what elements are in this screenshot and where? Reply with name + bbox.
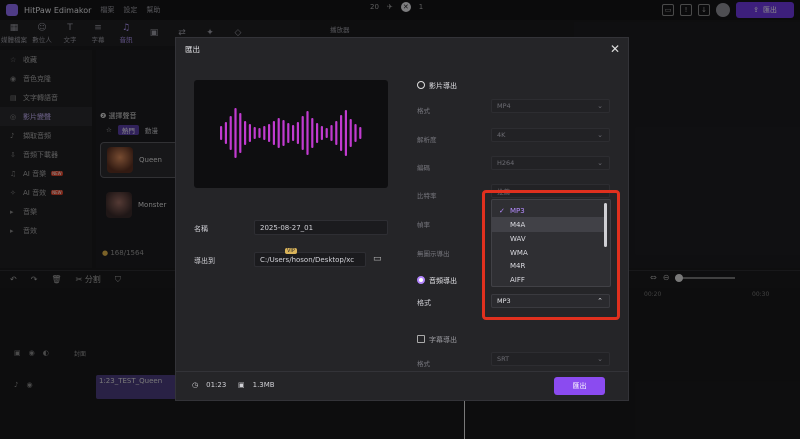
duration-info: ◷ 01:23 — [192, 381, 226, 389]
chevron-down-icon: ⌄ — [597, 159, 603, 167]
export-to-label: 導出到 — [194, 257, 215, 265]
subtitle-export-title: 字幕導出 — [429, 336, 457, 344]
framerate-label: 幀率 — [417, 221, 430, 229]
waveform-bar — [340, 115, 343, 151]
video-format-value: MP4 — [497, 102, 511, 110]
waveform-bar — [292, 125, 295, 141]
clock-icon: ◷ — [192, 381, 199, 389]
waveform-bar — [320, 126, 323, 140]
waveform-bar — [349, 119, 352, 147]
waveform-bar — [272, 121, 275, 145]
codec-value: H264 — [497, 159, 515, 167]
audio-export-title: 音頻導出 — [429, 277, 457, 285]
waveform-bar — [229, 116, 232, 150]
export-dialog: 匯出 ✕ 名稱 2025-08-27_01 導出到 C:/Users/hoson… — [175, 37, 629, 401]
waveform-bar — [277, 118, 280, 148]
size-value: 1.3MB — [252, 381, 275, 389]
subtitle-format-value: SRT — [497, 355, 510, 363]
waveform-bar — [220, 126, 223, 140]
waveform-bar — [287, 123, 290, 143]
video-export-title: 影片導出 — [429, 82, 457, 90]
close-icon[interactable]: ✕ — [607, 41, 623, 57]
dialog-title: 匯出 — [185, 44, 200, 54]
waveform-bar — [354, 124, 357, 142]
waveform-bar — [344, 110, 347, 156]
name-field[interactable]: 2025-08-27_01 — [254, 220, 388, 235]
waveform-bar — [306, 111, 309, 155]
codec-select[interactable]: H264 ⌄ — [491, 156, 610, 170]
waveform-bar — [282, 120, 285, 146]
vip-badge: VIP — [285, 248, 297, 254]
waveform-bar — [239, 113, 242, 153]
chevron-down-icon: ⌄ — [597, 102, 603, 110]
duration-value: 01:23 — [206, 381, 227, 389]
waveform-bar — [224, 122, 227, 144]
audio-export-radio[interactable] — [417, 276, 425, 284]
waveform-bar — [248, 124, 251, 142]
waveform-bar — [263, 126, 266, 140]
export-path-field[interactable]: C:/Users/hoson/Desktop/xc — [254, 252, 366, 267]
resolution-value: 4K — [497, 131, 506, 139]
waveform-bar — [301, 116, 304, 150]
waveform-bar — [268, 124, 271, 142]
file-size-icon: ▣ — [238, 381, 245, 389]
waveform-bar — [316, 123, 319, 143]
waveform-bar — [244, 121, 247, 145]
name-label: 名稱 — [194, 225, 208, 233]
codec-label: 編碼 — [417, 164, 430, 172]
size-info: ▣ 1.3MB — [238, 381, 275, 389]
resolution-label: 解析度 — [417, 136, 437, 144]
waveform-bar — [335, 121, 338, 145]
waveform-bar — [296, 122, 299, 144]
subtitle-format-label: 格式 — [417, 360, 430, 368]
waveform-bar — [359, 127, 362, 139]
waveform-bar — [330, 125, 333, 141]
export-button[interactable]: 匯出 — [554, 377, 605, 395]
video-format-label: 格式 — [417, 107, 430, 115]
folder-icon[interactable]: ▭ — [373, 254, 385, 264]
waveform-bar — [311, 118, 314, 148]
subtitle-format-select[interactable]: SRT ⌄ — [491, 352, 610, 366]
audio-format-label: 格式 — [417, 299, 431, 307]
video-format-select[interactable]: MP4 ⌄ — [491, 99, 610, 113]
bitrate-label: 比特率 — [417, 192, 437, 200]
video-export-radio[interactable] — [417, 81, 425, 89]
waveform-bar — [253, 127, 256, 139]
no-watermark-label: 無圖示導出 — [417, 250, 450, 258]
waveform-graphic — [220, 108, 362, 158]
dialog-header: 匯出 — [176, 38, 628, 60]
highlight-annotation — [482, 190, 620, 320]
waveform-bar — [234, 108, 237, 158]
resolution-select[interactable]: 4K ⌄ — [491, 128, 610, 142]
chevron-down-icon: ⌄ — [597, 131, 603, 139]
subtitle-export-checkbox[interactable] — [417, 335, 425, 343]
chevron-down-icon: ⌄ — [597, 355, 603, 363]
waveform-bar — [325, 128, 328, 138]
audio-preview — [194, 80, 388, 188]
waveform-bar — [258, 128, 261, 138]
